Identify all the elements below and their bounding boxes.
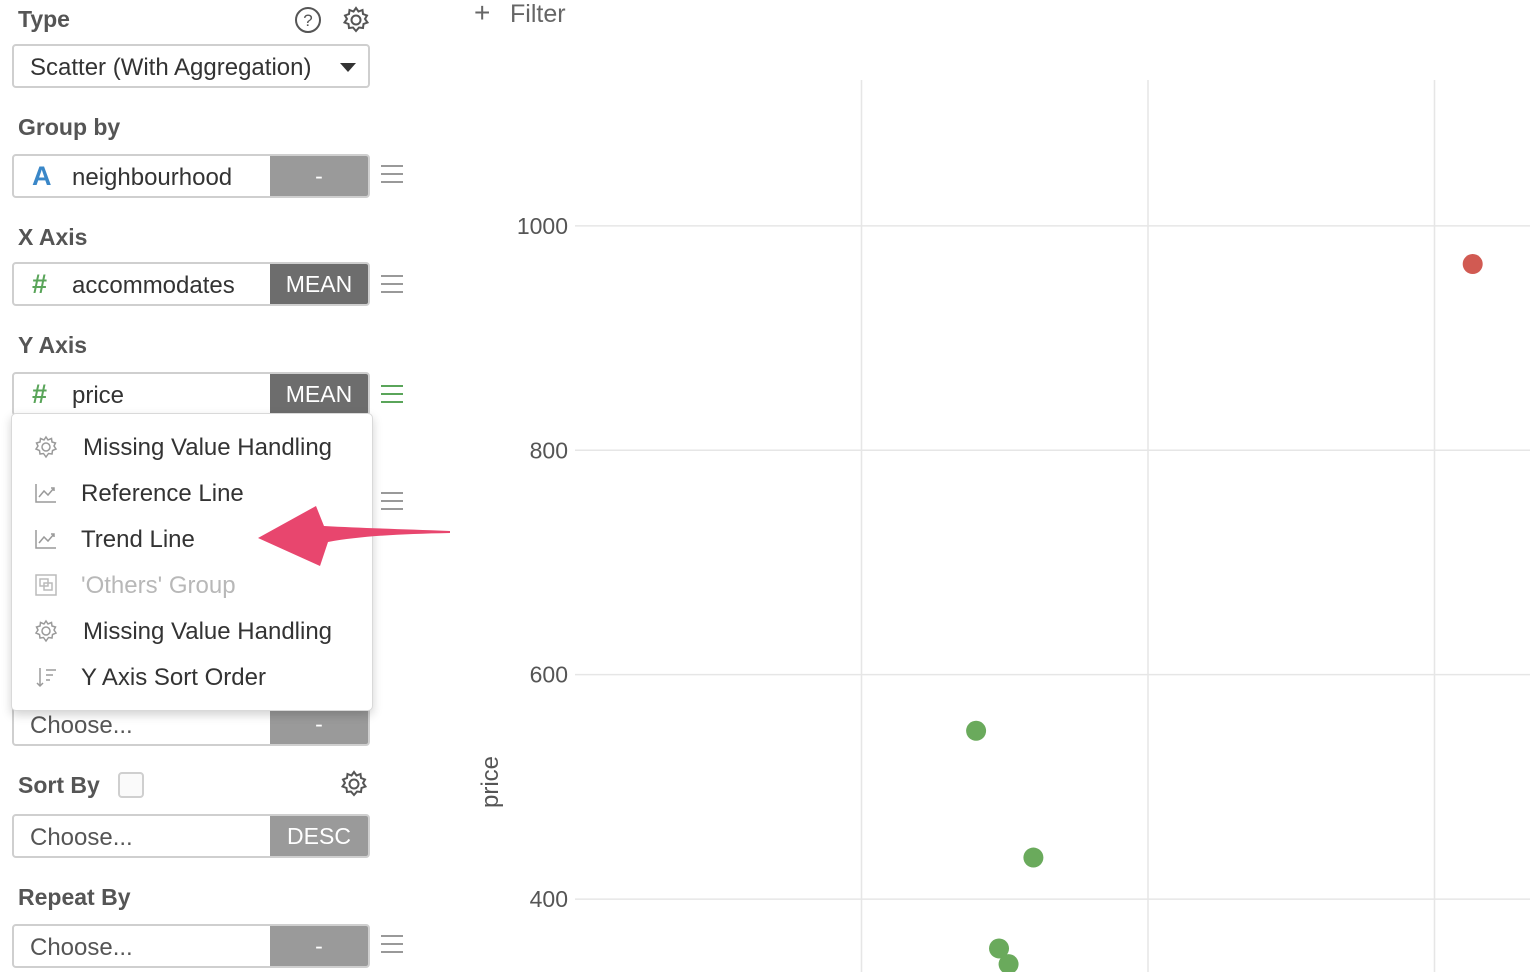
sort-by-placeholder: Choose... bbox=[30, 824, 133, 851]
menu-item-label: Missing Value Handling bbox=[83, 618, 333, 645]
sort-by-pill[interactable]: Choose... DESC bbox=[12, 814, 370, 858]
type-label: Type bbox=[18, 6, 70, 32]
settings-gear-icon[interactable] bbox=[342, 6, 370, 34]
scatter-point[interactable] bbox=[1023, 847, 1044, 868]
repeat-by-label: Repeat By bbox=[18, 884, 131, 910]
hidden-field-placeholder: Choose... bbox=[30, 712, 133, 739]
menu-item-label: Y Axis Sort Order bbox=[81, 664, 266, 691]
y-tick-label: 1000 bbox=[517, 213, 568, 239]
number-type-icon: # bbox=[32, 269, 48, 299]
y-axis-ticks: 400 600 800 1000 bbox=[517, 213, 568, 912]
group-by-agg-button[interactable]: - bbox=[270, 156, 368, 196]
y-tick-label: 400 bbox=[530, 886, 568, 912]
repeat-by-agg-button[interactable]: - bbox=[270, 926, 368, 966]
y-axis-label: Y Axis bbox=[18, 332, 88, 358]
menu-item-label: 'Others' Group bbox=[81, 572, 236, 599]
chart-config-sidebar: Type ? Scatter (With Aggregation) Group … bbox=[0, 0, 440, 972]
y-axis-menu-icon[interactable] bbox=[381, 385, 403, 403]
x-axis-field: accommodates bbox=[72, 272, 235, 299]
group-by-pill[interactable]: A neighbourhood - bbox=[12, 154, 370, 198]
scatter-point[interactable] bbox=[1462, 254, 1483, 275]
menu-item-label: Trend Line bbox=[81, 526, 195, 553]
y-tick-label: 800 bbox=[530, 437, 568, 463]
repeat-by-menu-icon[interactable] bbox=[381, 935, 403, 953]
chart-type-select[interactable]: Scatter (With Aggregation) bbox=[12, 44, 370, 88]
svg-text:?: ? bbox=[303, 11, 312, 30]
sort-by-checkbox[interactable] bbox=[118, 772, 144, 798]
help-icon[interactable]: ? bbox=[294, 6, 322, 34]
gear-icon bbox=[34, 619, 58, 643]
scatter-point[interactable] bbox=[966, 720, 987, 741]
repeat-by-placeholder: Choose... bbox=[30, 934, 133, 961]
y-tick-label: 600 bbox=[530, 662, 568, 688]
group-icon bbox=[35, 574, 57, 596]
sort-by-label: Sort By bbox=[18, 772, 100, 798]
x-axis-menu-icon[interactable] bbox=[381, 275, 403, 293]
annotation-arrow-icon bbox=[258, 506, 450, 566]
scatter-chart: 400 600 800 1000 price bbox=[477, 80, 1530, 972]
menu-item-missing-value-handling[interactable]: Missing Value Handling bbox=[12, 424, 372, 470]
repeat-by-pill[interactable]: Choose... - bbox=[12, 924, 370, 968]
number-type-icon: # bbox=[32, 379, 48, 409]
y-axis-agg-button[interactable]: MEAN bbox=[270, 374, 368, 414]
line-chart-icon bbox=[35, 530, 56, 549]
line-chart-icon bbox=[35, 484, 56, 503]
sort-icon bbox=[36, 668, 56, 688]
menu-item-y-axis-sort-order[interactable]: Y Axis Sort Order bbox=[12, 654, 372, 700]
scatter-points bbox=[966, 254, 1483, 972]
chart-grid bbox=[575, 80, 1530, 972]
group-by-label: Group by bbox=[18, 114, 121, 140]
sort-order-button[interactable]: DESC bbox=[270, 816, 368, 856]
group-by-menu-icon[interactable] bbox=[381, 165, 403, 183]
y-axis-title: price bbox=[477, 756, 504, 808]
x-axis-agg-button[interactable]: MEAN bbox=[270, 264, 368, 304]
x-axis-label: X Axis bbox=[18, 224, 88, 250]
menu-item-label: Reference Line bbox=[81, 480, 244, 507]
menu-item-label: Missing Value Handling bbox=[83, 434, 333, 461]
group-by-field: neighbourhood bbox=[72, 164, 233, 191]
string-type-icon: A bbox=[32, 161, 52, 191]
x-axis-pill[interactable]: # accommodates MEAN bbox=[12, 262, 370, 306]
chart-type-value: Scatter (With Aggregation) bbox=[30, 54, 312, 81]
gear-icon bbox=[34, 435, 58, 459]
y-axis-pill[interactable]: # price MEAN bbox=[12, 372, 370, 416]
menu-item-missing-value-handling-2[interactable]: Missing Value Handling bbox=[12, 608, 372, 654]
chevron-down-icon bbox=[340, 63, 356, 72]
sort-settings-gear-icon[interactable] bbox=[340, 770, 368, 798]
y-axis-field: price bbox=[72, 382, 125, 409]
